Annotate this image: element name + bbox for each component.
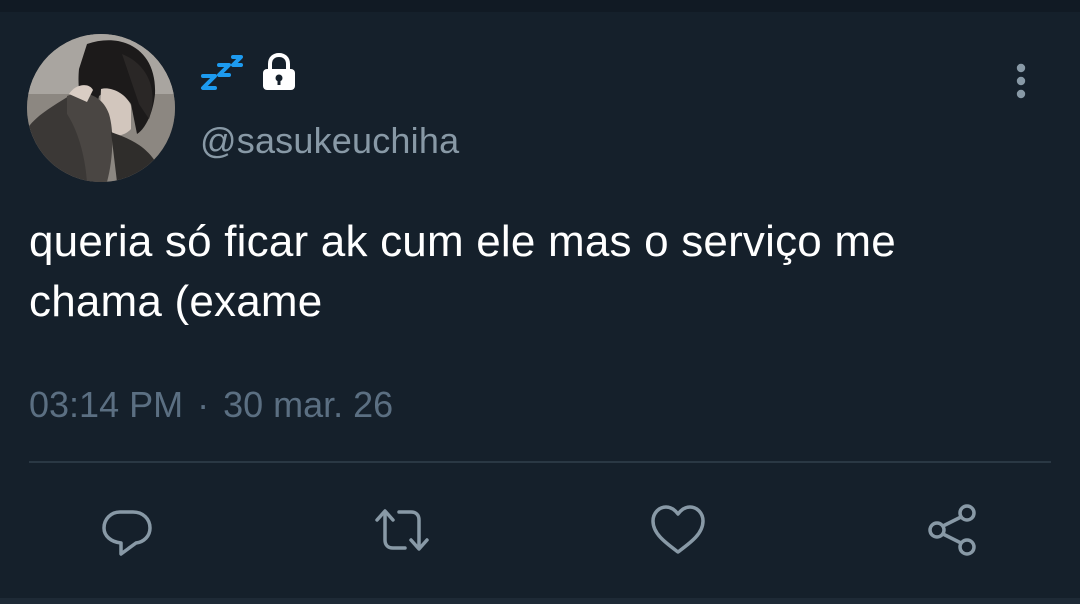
zzz-icon (200, 52, 246, 92)
lock-icon (260, 52, 298, 92)
action-bar (0, 500, 1080, 560)
like-icon (648, 500, 708, 560)
bottom-edge (0, 598, 1080, 604)
retweet-icon (372, 500, 432, 560)
tweet-text: queria só ficar ak cum ele mas o serviço… (29, 217, 896, 326)
share-icon (923, 500, 983, 560)
tweet-date: 30 mar. 26 (223, 384, 394, 425)
user-handle[interactable]: @sasukeuchiha (200, 120, 459, 162)
avatar[interactable] (27, 34, 175, 182)
display-name (200, 50, 298, 94)
retweet-button[interactable] (372, 500, 432, 560)
reply-icon (97, 500, 157, 560)
meta-separator: · (197, 384, 210, 425)
share-button[interactable] (923, 500, 983, 560)
divider (29, 461, 1051, 463)
top-edge (0, 0, 1080, 12)
reply-button[interactable] (97, 500, 157, 560)
more-options-icon[interactable] (1006, 62, 1036, 102)
like-button[interactable] (648, 500, 708, 560)
tweet-time: 03:14 PM (29, 384, 184, 425)
tweet-timestamp[interactable]: 03:14 PM · 30 mar. 26 (29, 384, 393, 426)
